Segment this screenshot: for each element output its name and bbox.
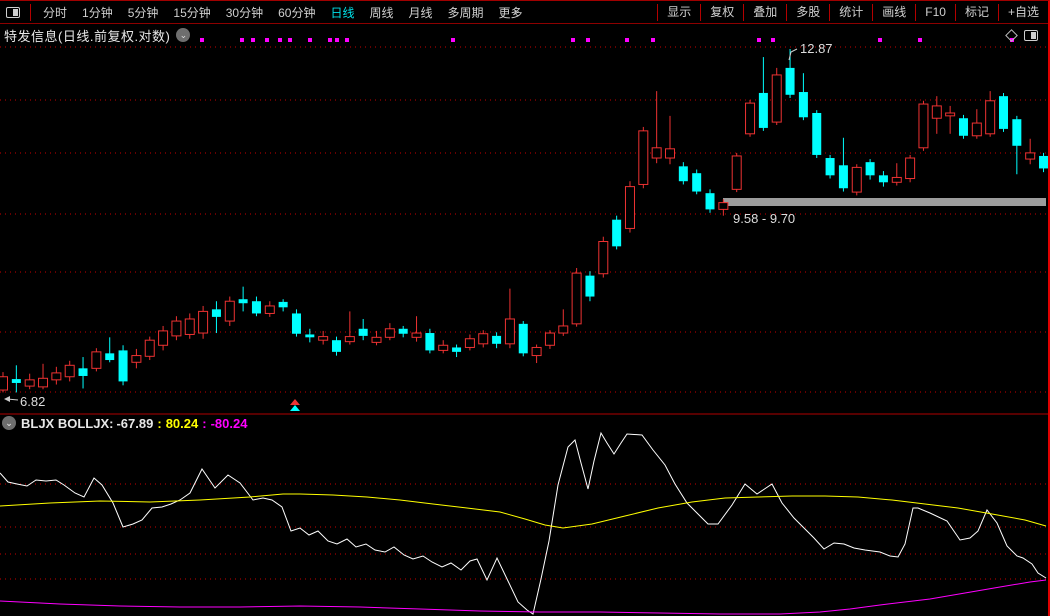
tool-+自选[interactable]: +自选: [998, 4, 1048, 21]
toolbar-left-items: 分时 1分钟 5分钟 15分钟 30分钟 60分钟日线周线月线多周期更多: [35, 4, 523, 21]
indicator-sep-2: :: [202, 416, 206, 431]
period-更多[interactable]: 更多: [499, 4, 523, 21]
diamond-icon[interactable]: [1005, 29, 1018, 42]
tool-多股[interactable]: 多股: [786, 4, 829, 21]
tool-F10[interactable]: F10: [915, 4, 955, 21]
period-1分钟[interactable]: 1分钟: [82, 4, 113, 21]
indicator-value-3: -80.24: [211, 416, 248, 431]
more-arrow-icon[interactable]: ›: [514, 6, 518, 18]
tool-叠加[interactable]: 叠加: [743, 4, 786, 21]
range-price-label: 9.58 - 9.70: [733, 211, 795, 226]
app-window: 12.87 9.58 - 9.70 6.82 分时 1分钟 5分钟 15分钟 30分钟 6…: [0, 0, 1050, 616]
tool-画线[interactable]: 画线: [872, 4, 915, 21]
toolbar-divider: [30, 4, 31, 21]
period-30分钟[interactable]: 30分钟: [226, 4, 263, 21]
stock-title-bar: 特发信息(日线.前复权.对数) ⌄: [0, 25, 1048, 45]
window-icon[interactable]: [6, 7, 20, 18]
period-60分钟[interactable]: 60分钟: [278, 4, 315, 21]
low-arrowhead: [4, 396, 10, 402]
indicator-header: ⌄ BLJX BOLLJX: -67.89 : 80.24 : -80.24: [0, 415, 247, 431]
period-月线[interactable]: 月线: [409, 4, 433, 21]
title-dropdown-icon[interactable]: ⌄: [176, 28, 190, 42]
indicator-value-1: -67.89: [116, 416, 153, 431]
top-toolbar: 分时 1分钟 5分钟 15分钟 30分钟 60分钟日线周线月线多周期更多 › 显示复权叠加…: [0, 1, 1048, 24]
period-15分钟[interactable]: 15分钟: [173, 4, 210, 21]
indicator-value-2: 80.24: [166, 416, 199, 431]
chart-canvas[interactable]: 12.87 9.58 - 9.70 6.82: [0, 1, 1050, 616]
period-日线[interactable]: 日线: [330, 4, 354, 21]
toolbar-right-items: 显示复权叠加多股统计画线F10标记+自选: [657, 1, 1048, 23]
period-周线[interactable]: 周线: [369, 4, 393, 21]
low-price-label: 6.82: [20, 394, 45, 409]
indicator-label: BLJX BOLLJX:: [21, 416, 113, 431]
indicator-sep-1: :: [157, 416, 161, 431]
tool-复权[interactable]: 复权: [700, 4, 743, 21]
window-icon[interactable]: [1024, 30, 1038, 41]
period-分时[interactable]: 分时: [43, 4, 67, 21]
stock-title[interactable]: 特发信息(日线.前复权.对数): [4, 26, 170, 45]
indicator-dropdown-icon[interactable]: ⌄: [2, 416, 16, 430]
tool-统计[interactable]: 统计: [829, 4, 872, 21]
tool-标记[interactable]: 标记: [955, 4, 998, 21]
tool-显示[interactable]: 显示: [657, 4, 700, 21]
period-5分钟[interactable]: 5分钟: [128, 4, 159, 21]
period-多周期[interactable]: 多周期: [448, 4, 484, 21]
